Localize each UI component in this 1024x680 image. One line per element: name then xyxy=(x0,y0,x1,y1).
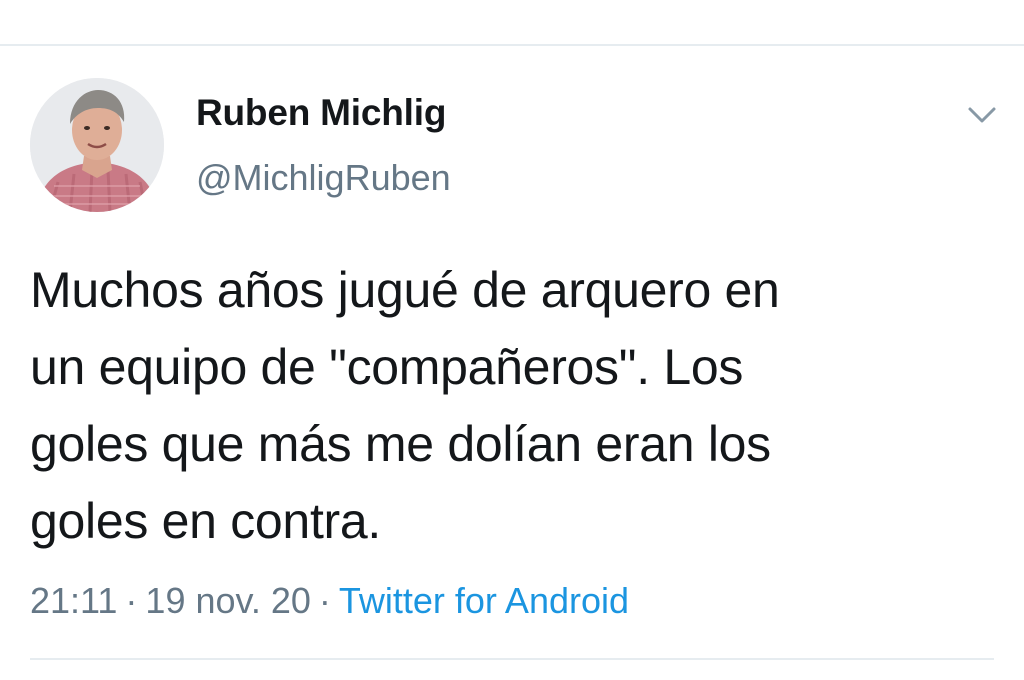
meta-separator: · xyxy=(318,580,331,621)
avatar-image xyxy=(30,78,164,212)
meta-separator: · xyxy=(125,580,138,621)
top-divider xyxy=(0,44,1024,46)
tweet-time[interactable]: 21:11 xyxy=(30,580,117,621)
author-display-name[interactable]: Ruben Michlig xyxy=(196,92,446,134)
chevron-down-icon xyxy=(968,107,996,123)
tweet-source-link[interactable]: Twitter for Android xyxy=(339,580,629,621)
tweet-menu-button[interactable] xyxy=(962,100,1002,130)
bottom-divider xyxy=(30,658,994,660)
tweet-text: Muchos años jugué de arquero en un equip… xyxy=(30,262,780,549)
tweet-date[interactable]: 19 nov. 20 xyxy=(145,580,310,621)
tweet-meta: 21:11 · 19 nov. 20 · Twitter for Android xyxy=(30,580,629,622)
author-handle[interactable]: @MichligRuben xyxy=(196,157,451,199)
avatar[interactable] xyxy=(30,78,164,212)
top-bar xyxy=(0,0,1024,44)
